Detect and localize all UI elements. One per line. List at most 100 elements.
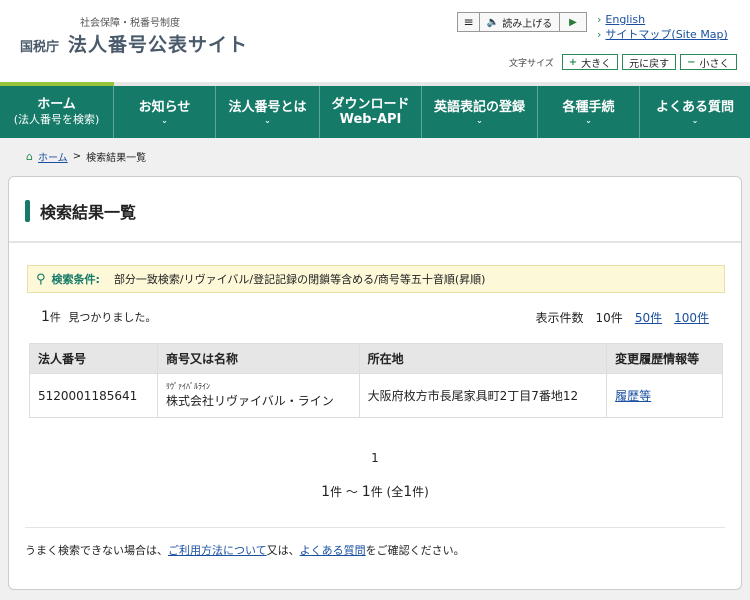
site-header: 社会保障・税番号制度 国税庁 法人番号公表サイト ≡ 🔈読み上げる ▶ Engl… [0, 0, 750, 86]
per-page-label: 表示件数 [535, 311, 584, 325]
total-prefix: (全 [386, 485, 404, 499]
font-reset-label: 元に戻す [629, 58, 670, 70]
breadcrumb-separator: > [72, 151, 82, 162]
reader-menu-button[interactable]: ≡ [458, 13, 480, 31]
column-header: 法人番号 [29, 343, 158, 374]
chevron-down-icon: ⌄ [691, 115, 699, 125]
history-link[interactable]: 履歴等 [615, 389, 651, 403]
main-nav: ホーム (法人番号を検索) お知らせ ⌄ 法人番号とは ⌄ ダウンロード Web… [0, 86, 750, 138]
help-prefix: うまく検索できない場合は、 [25, 544, 168, 557]
nav-label: よくある質問 [655, 99, 734, 115]
logo-agency: 国税庁 [20, 40, 60, 55]
plus-icon: + [568, 56, 578, 68]
font-smaller-label: 小さく [699, 58, 730, 70]
nav-label-2: Web-API [339, 112, 402, 127]
top-links: English サイトマップ(Site Map) [597, 12, 727, 42]
logo-title: 法人番号公表サイト [68, 34, 249, 56]
conditions-value: 部分一致検索/リヴァイバル/登記記録の閉鎖等含める/商号等五十音順(昇順) [113, 273, 486, 286]
corporate-number-cell: 5120001185641 [29, 373, 158, 418]
nav-label: ダウンロード [331, 97, 410, 112]
help-note: うまく検索できない場合は、ご利用方法について又は、よくある質問をご確認ください。 [25, 542, 465, 558]
search-conditions: ⚲ 検索条件: 部分一致検索/リヴァイバル/登記記録の閉鎖等含める/商号等五十音… [27, 265, 725, 293]
result-count: 1件 見つかりました。 [41, 309, 156, 325]
table-header-row: 法人番号 商号又は名称 所在地 変更履歴情報等 [29, 343, 723, 374]
pagination-summary: 1件 ～ 1件 (全1件) [9, 483, 741, 500]
font-larger-label: 大きく [581, 58, 612, 70]
breadcrumb: ⌂ ホーム > 検索結果一覧 [26, 149, 146, 164]
total-suffix: 件) [412, 485, 429, 499]
chevron-down-icon: ⌄ [264, 115, 271, 125]
help-mid: 又は、 [266, 544, 300, 557]
title-divider [9, 241, 741, 243]
logo-subtitle: 社会保障・税番号制度 [80, 18, 180, 29]
speaker-icon: 🔈 [486, 16, 500, 28]
font-size-control: 文字サイズ + 大きく 元に戻す − 小さく [509, 54, 737, 70]
results-card: 検索結果一覧 ⚲ 検索条件: 部分一致検索/リヴァイバル/登記記録の閉鎖等含める… [8, 176, 742, 590]
nav-item-news[interactable]: お知らせ ⌄ [114, 86, 216, 138]
address-cell: 大阪府枚方市長尾家具町2丁目7番地12 [358, 373, 608, 418]
per-page-100-link[interactable]: 100件 [674, 309, 709, 326]
nav-item-english-registration[interactable]: 英語表記の登録 ⌄ [422, 86, 538, 138]
per-page-selector: 表示件数 10件 50件 100件 [536, 309, 709, 326]
range-from: 1 [321, 484, 331, 500]
font-larger-button[interactable]: + 大きく [561, 54, 619, 70]
read-aloud-label: 読み上げる [502, 18, 553, 30]
nav-sublabel: (法人番号を検索) [13, 113, 100, 126]
range-tilde: ～ [345, 485, 358, 499]
font-size-label: 文字サイズ [509, 58, 554, 69]
total-count: 1 [403, 484, 413, 500]
chevron-down-icon: ⌄ [161, 115, 168, 125]
column-header: 変更履歴情報等 [606, 343, 723, 374]
english-link[interactable]: English [605, 13, 645, 26]
chevron-down-icon: ⌄ [585, 115, 592, 125]
breadcrumb-current: 検索結果一覧 [86, 153, 147, 164]
column-header: 所在地 [358, 343, 608, 374]
pagination: 1 [9, 451, 741, 465]
table-row: 5120001185641 ﾘｳﾞｧｲﾊﾞﾙﾗｲﾝ 株式会社リヴァイバル・ライン… [29, 373, 723, 418]
nav-item-procedures[interactable]: 各種手続 ⌄ [538, 86, 640, 138]
column-header: 商号又は名称 [156, 343, 360, 374]
current-page-number: 1 [371, 451, 379, 465]
nav-item-download[interactable]: ダウンロード Web-API [320, 86, 422, 138]
font-smaller-button[interactable]: − 小さく [680, 54, 737, 70]
range-to: 1 [361, 484, 371, 500]
play-icon: ▶ [569, 16, 577, 28]
nav-label: ホーム [37, 97, 76, 112]
nav-label: お知らせ [138, 99, 191, 115]
title-bar-decoration [25, 200, 30, 222]
company-name-kana: ﾘｳﾞｧｲﾊﾞﾙﾗｲﾝ [165, 382, 210, 391]
conditions-label: 検索条件: [51, 273, 100, 286]
nav-item-home[interactable]: ホーム (法人番号を検索) [0, 86, 114, 138]
company-name: 株式会社リヴァイバル・ライン [165, 394, 334, 408]
per-page-50-link[interactable]: 50件 [635, 309, 662, 326]
range-from-unit: 件 [330, 485, 343, 499]
company-name-cell: ﾘｳﾞｧｲﾊﾞﾙﾗｲﾝ 株式会社リヴァイバル・ライン [156, 373, 360, 418]
result-count-unit: 件 [49, 311, 61, 324]
minus-icon: − [687, 56, 696, 68]
nav-label: 各種手続 [562, 99, 615, 115]
help-suffix: をご確認ください。 [365, 544, 465, 557]
faq-link[interactable]: よくある質問 [300, 544, 366, 557]
sitemap-link[interactable]: サイトマップ(Site Map) [605, 28, 727, 41]
chevron-down-icon: ⌄ [476, 115, 483, 125]
play-button[interactable]: ▶ [560, 13, 586, 31]
home-icon: ⌂ [26, 150, 33, 163]
nav-label: 英語表記の登録 [433, 99, 525, 115]
search-icon: ⚲ [36, 271, 46, 287]
results-table: 法人番号 商号又は名称 所在地 変更履歴情報等 5120001185641 ﾘｳ… [29, 343, 723, 418]
nav-label: 法人番号とは [228, 99, 307, 115]
page-title: 検索結果一覧 [25, 199, 136, 223]
range-to-unit: 件 [370, 485, 383, 499]
nav-item-about[interactable]: 法人番号とは ⌄ [216, 86, 320, 138]
history-cell: 履歴等 [606, 373, 723, 418]
font-reset-button[interactable]: 元に戻す [622, 54, 677, 70]
read-aloud-button[interactable]: 🔈 読み上げる [480, 13, 560, 31]
menu-icon: ≡ [463, 15, 474, 29]
per-page-current: 10件 [595, 311, 623, 325]
result-count-number: 1 [41, 309, 50, 325]
page-title-text: 検索結果一覧 [40, 203, 137, 222]
footer-divider [25, 527, 725, 528]
usage-guide-link[interactable]: ご利用方法について [168, 544, 267, 557]
breadcrumb-home-link[interactable]: ホーム [38, 149, 68, 164]
nav-item-faq[interactable]: よくある質問 ⌄ [640, 86, 750, 138]
